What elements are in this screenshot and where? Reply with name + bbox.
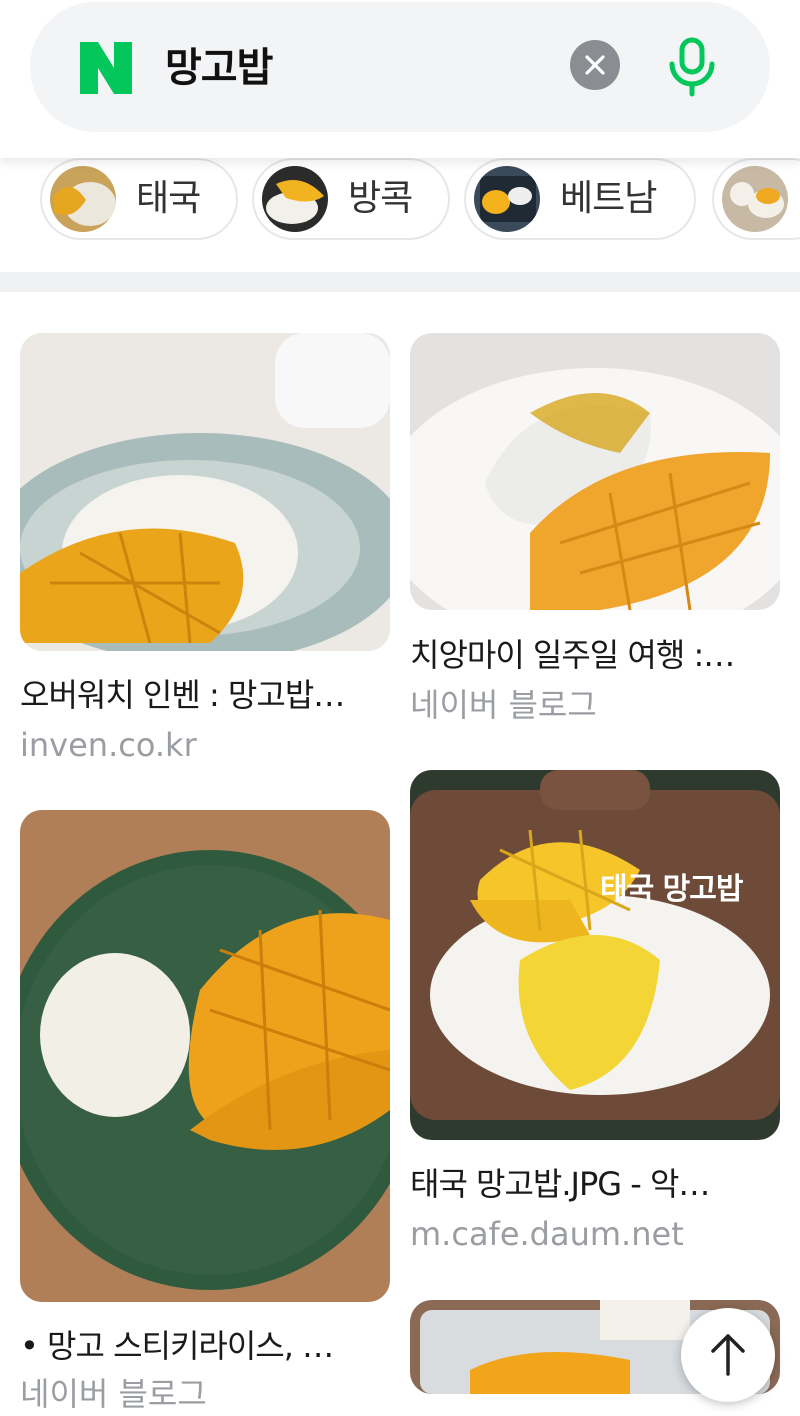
- result-card[interactable]: • 망고 스티키라이스, … 네이버 블로그: [20, 810, 390, 1413]
- chip-label: 베트남: [560, 178, 657, 219]
- arrow-up-icon: [711, 1334, 745, 1376]
- chip-bangkok[interactable]: 방콕: [252, 158, 450, 240]
- result-source[interactable]: m.cafe.daum.net: [410, 1212, 684, 1256]
- naver-logo-icon[interactable]: [78, 40, 134, 96]
- search-input[interactable]: 망고밥: [165, 42, 273, 94]
- result-title[interactable]: 치앙마이 일주일 여행 :…: [410, 633, 735, 677]
- search-header: 망고밥: [0, 0, 800, 158]
- chip-label: 방콕: [348, 178, 413, 219]
- result-image[interactable]: 태국 망고밥: [410, 770, 780, 1140]
- chip-thailand[interactable]: 태국: [40, 158, 238, 240]
- result-title[interactable]: 태국 망고밥.JPG - 악…: [410, 1162, 710, 1206]
- chip-vietnam[interactable]: 베트남: [464, 158, 696, 240]
- result-title[interactable]: • 망고 스티키라이스, …: [20, 1324, 334, 1368]
- chip-thumbnail: [262, 166, 328, 232]
- result-card[interactable]: 오버워치 인벤 : 망고밥… inven.co.kr: [20, 333, 390, 764]
- result-source[interactable]: 네이버 블로그: [410, 683, 597, 727]
- result-card[interactable]: 태국 망고밥 태국 망고밥.JPG - 악… m.cafe.daum.net: [410, 770, 780, 1270]
- chip-more[interactable]: [712, 158, 800, 240]
- section-divider: [0, 272, 800, 292]
- result-image[interactable]: [410, 333, 780, 610]
- result-source[interactable]: 네이버 블로그: [20, 1372, 207, 1416]
- chip-thumbnail: [474, 166, 540, 232]
- chip-label: 태국: [136, 178, 201, 219]
- result-image[interactable]: [20, 810, 390, 1302]
- microphone-icon[interactable]: [658, 32, 726, 100]
- result-image[interactable]: [20, 333, 390, 651]
- result-source[interactable]: inven.co.kr: [20, 723, 197, 767]
- chip-thumbnail: [50, 166, 116, 232]
- clear-button[interactable]: [570, 40, 620, 90]
- search-bar[interactable]: 망고밥: [30, 2, 770, 132]
- chip-thumbnail: [722, 166, 788, 232]
- scroll-to-top-button[interactable]: [681, 1308, 775, 1402]
- related-keyword-chips: 태국 방콕 베트남: [0, 158, 800, 272]
- result-card[interactable]: 치앙마이 일주일 여행 :… 네이버 블로그: [410, 333, 780, 724]
- close-icon: [585, 55, 605, 75]
- image-caption: 태국 망고밥: [600, 872, 743, 907]
- result-title[interactable]: 오버워치 인벤 : 망고밥…: [20, 673, 345, 717]
